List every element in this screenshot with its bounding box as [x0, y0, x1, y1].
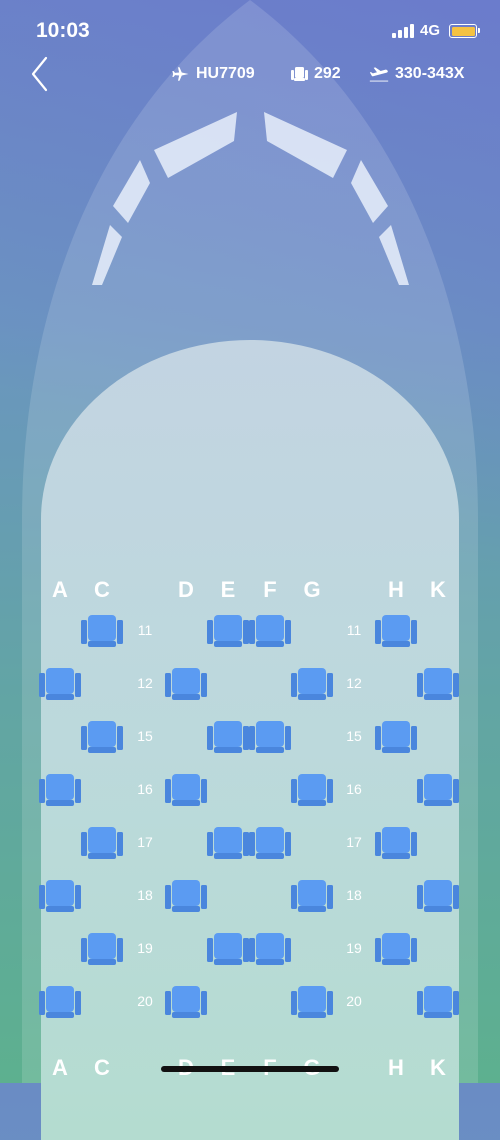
column-letter-d: D: [178, 577, 194, 602]
battery-tip: [478, 28, 480, 33]
row-number-20-left: 20: [137, 993, 153, 1009]
seat-19e[interactable]: [207, 932, 249, 966]
top-nav: HU7709 292 330-343X: [0, 56, 500, 96]
seat-18k[interactable]: [417, 879, 459, 913]
row-number-12-left: 12: [137, 675, 153, 691]
signal-icon: [392, 24, 414, 38]
seat-15c[interactable]: [81, 720, 123, 754]
row-number-16-left: 16: [137, 781, 153, 797]
column-letter-c: C: [94, 1055, 110, 1080]
battery-icon: [449, 24, 477, 38]
flight-number: HU7709: [196, 65, 255, 82]
status-bar: 10:03 4G: [0, 0, 500, 60]
row-number-15-right: 15: [346, 728, 362, 744]
flight-number-info: HU7709: [172, 65, 255, 83]
status-time: 10:03: [36, 19, 90, 42]
network-type: 4G: [420, 22, 441, 39]
seat-15h[interactable]: [375, 720, 417, 754]
column-letter-a: A: [52, 577, 68, 602]
aircraft-info: 330-343X: [369, 65, 464, 83]
seat-11e[interactable]: [207, 614, 249, 648]
airplane-icon: [172, 67, 189, 81]
seat-15e[interactable]: [207, 720, 249, 754]
seat-11c[interactable]: [81, 614, 123, 648]
seat-12a[interactable]: [39, 667, 81, 701]
seat-18d[interactable]: [165, 879, 207, 913]
column-letter-k: K: [430, 577, 446, 602]
row-number-20-right: 20: [346, 993, 362, 1009]
seat-19f[interactable]: [249, 932, 291, 966]
column-letter-h: H: [388, 577, 404, 602]
seat-11f[interactable]: [249, 614, 291, 648]
row-number-17-right: 17: [346, 834, 362, 850]
seat-12k[interactable]: [417, 667, 459, 701]
column-letter-f: F: [263, 577, 277, 602]
seat-17h[interactable]: [375, 826, 417, 860]
row-number-12-right: 12: [346, 675, 362, 691]
seat-count: 292: [314, 65, 341, 82]
row-number-17-left: 17: [137, 834, 153, 850]
row-number-11-right: 11: [346, 622, 362, 638]
seat-17e[interactable]: [207, 826, 249, 860]
seat-16k[interactable]: [417, 773, 459, 807]
seat-19c[interactable]: [81, 932, 123, 966]
row-number-19-right: 19: [346, 940, 362, 956]
seat-20k[interactable]: [417, 985, 459, 1019]
row-number-15-left: 15: [137, 728, 153, 744]
column-letter-a: A: [52, 1055, 68, 1080]
row-number-18-right: 18: [346, 887, 362, 903]
row-number-19-left: 19: [137, 940, 153, 956]
seat-16a[interactable]: [39, 773, 81, 807]
seat-20g[interactable]: [291, 985, 333, 1019]
seat-icon: [291, 67, 308, 81]
aircraft-type: 330-343X: [395, 65, 465, 82]
seat-17f[interactable]: [249, 826, 291, 860]
seat-11h[interactable]: [375, 614, 417, 648]
seat-12g[interactable]: [291, 667, 333, 701]
seat-count-info: 292: [291, 65, 341, 83]
seat-16d[interactable]: [165, 773, 207, 807]
seat-12d[interactable]: [165, 667, 207, 701]
seat-18a[interactable]: [39, 879, 81, 913]
seat-16g[interactable]: [291, 773, 333, 807]
column-letter-k: K: [430, 1055, 446, 1080]
column-letter-c: C: [94, 577, 110, 602]
seat-15f[interactable]: [249, 720, 291, 754]
seat-17c[interactable]: [81, 826, 123, 860]
seat-19h[interactable]: [375, 932, 417, 966]
airplane-takeoff-icon: [369, 67, 389, 82]
column-letter-h: H: [388, 1055, 404, 1080]
row-number-16-right: 16: [346, 781, 362, 797]
row-number-11-left: 11: [137, 622, 153, 638]
home-indicator: [161, 1066, 339, 1072]
chevron-left-icon[interactable]: [26, 56, 56, 92]
seat-18g[interactable]: [291, 879, 333, 913]
column-letter-e: E: [220, 577, 236, 602]
row-number-18-left: 18: [137, 887, 153, 903]
seat-20d[interactable]: [165, 985, 207, 1019]
seat-20a[interactable]: [39, 985, 81, 1019]
column-letter-g: G: [303, 577, 321, 602]
